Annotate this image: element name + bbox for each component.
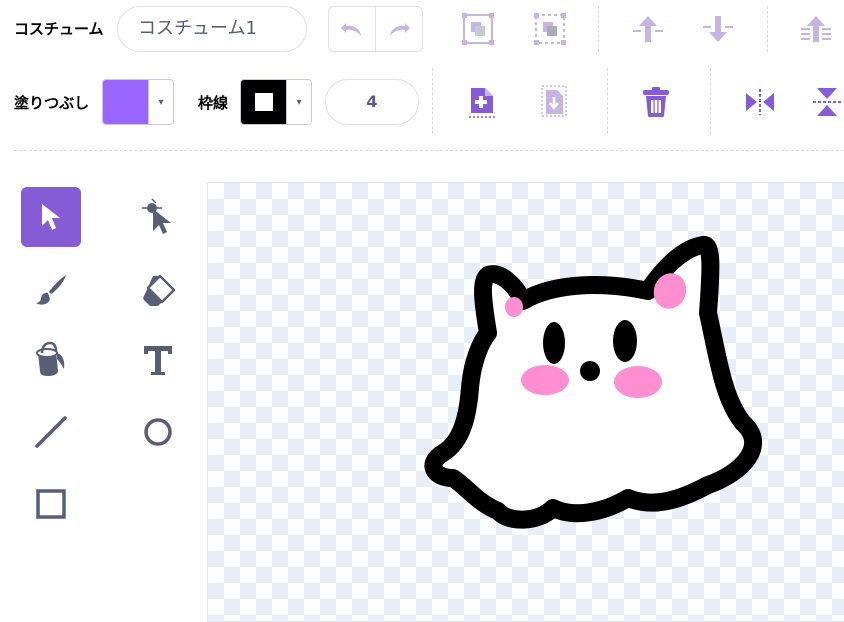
reshape-tool[interactable] xyxy=(128,187,188,247)
trash-icon xyxy=(643,87,669,117)
toolbar-divider xyxy=(607,68,608,134)
reshape-icon xyxy=(142,198,171,234)
eraser-icon xyxy=(143,274,176,306)
flip-vertical-icon xyxy=(813,88,841,116)
copy-icon xyxy=(469,88,495,118)
fill-color-picker[interactable]: ▾ xyxy=(102,79,174,125)
ungroup-button[interactable] xyxy=(530,8,570,50)
text-t-icon xyxy=(144,346,172,375)
cursor-arrow-icon xyxy=(42,204,60,230)
backward-button[interactable] xyxy=(698,10,738,48)
toolbar-divider xyxy=(767,6,768,52)
chevron-down-icon: ▾ xyxy=(148,80,173,124)
select-tool[interactable] xyxy=(21,187,81,247)
outline-width-input[interactable]: 4 xyxy=(325,79,419,125)
fill-label: 塗りつぶし xyxy=(14,94,90,112)
flip-vertical-button[interactable] xyxy=(810,82,844,122)
undo-button[interactable] xyxy=(329,7,376,51)
ungroup-icon xyxy=(534,13,566,45)
flip-horizontal-button[interactable] xyxy=(740,84,780,120)
rectangle-icon xyxy=(36,489,66,519)
redo-icon xyxy=(390,23,410,36)
bring-to-front-icon xyxy=(801,16,831,42)
forward-button[interactable] xyxy=(628,10,668,48)
paste-button[interactable] xyxy=(534,82,574,122)
circle-tool[interactable] xyxy=(128,402,188,462)
circle-icon xyxy=(144,418,172,446)
chevron-down-icon: ▾ xyxy=(286,80,311,124)
costume-label: コスチューム xyxy=(14,20,104,38)
fill-color-swatch xyxy=(103,80,148,124)
drawing-canvas[interactable] xyxy=(207,182,844,622)
costume-name-input[interactable]: コスチューム1 xyxy=(117,6,307,52)
flip-horizontal-icon xyxy=(746,89,774,115)
toolbar-divider xyxy=(598,6,599,52)
outline-inner-square xyxy=(254,93,273,111)
outline-color-picker[interactable]: ▾ xyxy=(240,79,312,125)
text-tool[interactable] xyxy=(128,330,188,390)
line-icon xyxy=(35,416,67,448)
delete-button[interactable] xyxy=(636,82,676,122)
undo-icon xyxy=(341,23,361,36)
outline-label: 枠線 xyxy=(198,94,229,112)
toolbar-divider xyxy=(432,68,433,134)
copy-button[interactable] xyxy=(462,82,502,122)
brush-tool[interactable] xyxy=(21,260,81,320)
arrow-down-icon xyxy=(703,16,733,42)
line-tool[interactable] xyxy=(21,402,81,462)
front-button[interactable] xyxy=(796,10,836,48)
group-icon xyxy=(462,13,494,45)
paint-bucket-icon xyxy=(36,341,65,376)
rectangle-tool[interactable] xyxy=(21,474,81,534)
fill-tool[interactable] xyxy=(21,330,81,390)
undo-redo-group xyxy=(328,6,423,52)
ghost-cat-drawing xyxy=(424,236,763,529)
paste-icon xyxy=(541,85,567,117)
arrow-up-icon xyxy=(633,16,663,42)
toolbar-separator xyxy=(14,150,844,151)
redo-button[interactable] xyxy=(376,7,422,51)
group-button[interactable] xyxy=(458,8,498,50)
brush-icon xyxy=(36,275,66,305)
eraser-tool[interactable] xyxy=(128,260,188,320)
outline-color-swatch xyxy=(241,80,286,124)
toolbar-divider xyxy=(710,68,711,134)
